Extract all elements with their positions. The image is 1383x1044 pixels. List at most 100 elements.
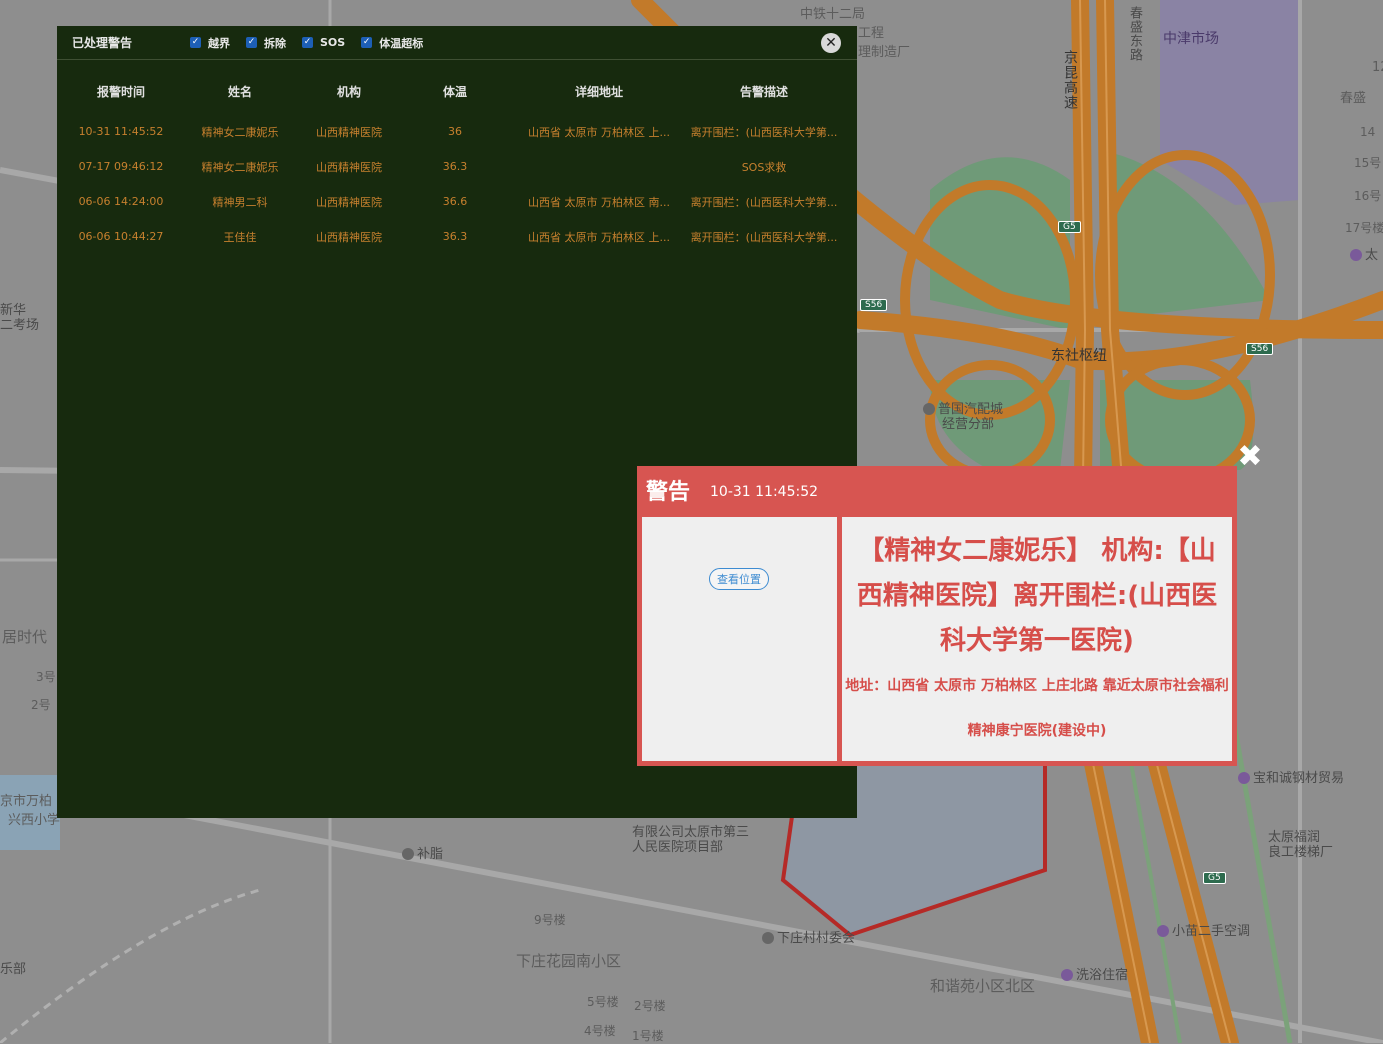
cell-description: SOS求救 [741, 160, 787, 174]
view-location-button[interactable]: 查看位置 [709, 568, 769, 590]
highway-shield: S56 [1246, 343, 1274, 355]
column-header-description: 告警描述 [739, 84, 788, 99]
cell-org: 山西精神医院 [316, 160, 382, 174]
highway-shield: G5 [1203, 872, 1226, 884]
cell-time: 06-06 10:44:27 [78, 230, 164, 243]
cell-org: 山西精神医院 [316, 195, 382, 209]
checkbox-checked-icon[interactable]: ✓ [361, 37, 373, 48]
column-header-org: 机构 [336, 84, 361, 99]
cell-temp: 36.6 [442, 195, 468, 208]
map-label: 良工楼梯厂 [1268, 845, 1334, 860]
map-label: 京市万柏 [0, 794, 53, 809]
checkbox-checked-icon[interactable]: ✓ [302, 37, 313, 48]
cell-address: 山西省 太原市 万柏林区 南... [528, 195, 670, 209]
table-header-row: 报警时间 姓名 机构 体温 详细地址 告警描述 [70, 68, 850, 114]
map-poi[interactable]: 普国汽配城 [923, 402, 1003, 417]
map-poi[interactable]: 洗浴住宿 [1061, 968, 1128, 983]
map-poi[interactable]: 小苗二手空调 [1157, 924, 1250, 939]
poi-pin-icon [762, 932, 774, 944]
map-label: 9号楼 [534, 913, 566, 927]
table-row[interactable]: 06-06 14:24:00 精神男二科 山西精神医院 36.6 山西省 太原市… [70, 184, 850, 219]
table-row[interactable]: 10-31 11:45:52 精神女二康妮乐 山西精神医院 36 山西省 太原市… [70, 114, 850, 149]
map-label: 4号楼 [584, 1024, 616, 1038]
map-label: 和谐苑小区北区 [930, 977, 1036, 995]
map-label: 工程 [858, 26, 885, 41]
warning-time: 10-31 11:45:52 [710, 484, 819, 500]
cell-address: 山西省 太原市 万柏林区 上... [528, 230, 670, 244]
cell-time: 10-31 11:45:52 [78, 125, 164, 138]
map-label: 2号 [31, 698, 51, 712]
checkbox-checked-icon[interactable]: ✓ [246, 37, 257, 48]
cell-temp: 36.3 [442, 230, 468, 243]
panel-title: 已处理警告 [72, 36, 133, 50]
cell-name: 精神女二康妮乐 [201, 160, 279, 174]
poi-icon [1157, 925, 1169, 937]
warning-title: 警告 [646, 480, 691, 505]
cell-address [520, 149, 678, 184]
filter-out-of-bounds[interactable]: ✓ 越界 [190, 35, 230, 51]
close-circle-icon[interactable]: ✕ [821, 33, 841, 53]
cell-time: 07-17 09:46:12 [78, 160, 164, 173]
warning-address: 地址：山西省 太原市 万柏林区 上庄北路 靠近太原市社会福利精神康宁医院(建设中… [845, 678, 1229, 739]
warning-left-pane: 查看位置 [642, 517, 837, 761]
map-poi[interactable]: 太 [1350, 248, 1378, 263]
map-label: 14 [1360, 125, 1376, 139]
poi-pin-icon [923, 403, 935, 415]
map-label: 2号楼 [634, 999, 666, 1013]
map-label: 人民医院项目部 [632, 840, 724, 855]
column-header-time: 报警时间 [96, 84, 145, 99]
column-header-temp: 体温 [442, 84, 467, 99]
cell-temp: 36 [448, 125, 462, 138]
warning-header: 警告 10-31 11:45:52 [637, 466, 1237, 514]
column-header-name: 姓名 [227, 84, 252, 99]
poi-pin-icon [402, 848, 414, 860]
table-row[interactable]: 07-17 09:46:12 精神女二康妮乐 山西精神医院 36.3 SOS求救 [70, 149, 850, 184]
cell-description: 离开围栏：(山西医科大学第... [690, 125, 838, 139]
cell-time: 06-06 14:24:00 [78, 195, 164, 208]
highway-shield: G5 [1058, 221, 1081, 233]
column-header-address: 详细地址 [574, 84, 623, 99]
alarm-table: 报警时间 姓名 机构 体温 详细地址 告警描述 10-31 11:45:52 精… [70, 68, 850, 254]
filter-temperature[interactable]: ✓ 体温超标 [361, 35, 423, 51]
cell-org: 山西精神医院 [316, 125, 382, 139]
map-label: 有限公司太原市第三 [632, 825, 750, 840]
map-label: 二考场 [0, 318, 40, 333]
cell-name: 精神男二科 [212, 195, 268, 209]
poi-icon [1350, 249, 1362, 261]
map-label: 16号 [1354, 189, 1382, 203]
map-label: 12 [1372, 60, 1383, 75]
map-label: 东社枢纽 [1051, 348, 1107, 364]
map-label: 15号 [1354, 156, 1382, 170]
map-poi[interactable]: 宝和诚钢材贸易 [1238, 771, 1344, 786]
map-poi[interactable]: 补脂 [402, 847, 443, 862]
map-label: 太原福润 [1268, 830, 1321, 845]
filter-removed[interactable]: ✓ 拆除 [246, 35, 286, 51]
cell-description: 离开围栏：(山西医科大学第... [690, 195, 838, 209]
warning-popup: 警告 10-31 11:45:52 查看位置 【精神女二康妮乐】 机构:【山西精… [637, 466, 1237, 766]
cell-name: 王佳佳 [223, 230, 257, 244]
map-label: 3号 [36, 670, 56, 684]
warning-message: 【精神女二康妮乐】 机构:【山西精神医院】离开围栏:(山西医科大学第一医院) [856, 536, 1218, 656]
map-label: 春盛东路 [1127, 6, 1142, 62]
map-label: 中铁十二局 [800, 7, 866, 22]
cell-temp: 36.3 [442, 160, 468, 173]
map-label: 居时代 [2, 628, 48, 646]
poi-icon [1061, 969, 1073, 981]
checkbox-checked-icon[interactable]: ✓ [190, 37, 201, 48]
cell-description: 离开围栏：(山西医科大学第... [690, 230, 838, 244]
close-x-icon[interactable]: ✖ [1236, 442, 1264, 472]
map-label: 兴西小学 [8, 813, 61, 828]
table-row[interactable]: 06-06 10:44:27 王佳佳 山西精神医院 36.3 山西省 太原市 万… [70, 219, 850, 254]
panel-header: 已处理警告 ✓ 越界 ✓ 拆除 ✓ SOS ✓ 体温超标 ✕ [57, 26, 857, 60]
filter-sos[interactable]: ✓ SOS [302, 36, 345, 49]
map-label: 新华 [0, 303, 27, 318]
cell-name: 精神女二康妮乐 [201, 125, 279, 139]
map-label: 经营分部 [942, 417, 995, 432]
map-label: 京昆高速 [1062, 50, 1078, 110]
map-label: 5号楼 [587, 995, 619, 1009]
map-label: 理制造厂 [858, 45, 911, 60]
map-label: 中津市场 [1163, 31, 1219, 47]
warning-message-pane: 【精神女二康妮乐】 机构:【山西精神医院】离开围栏:(山西医科大学第一医院) 地… [842, 517, 1232, 761]
poi-icon [1238, 772, 1250, 784]
map-poi[interactable]: 下庄村村委会 [762, 931, 855, 946]
